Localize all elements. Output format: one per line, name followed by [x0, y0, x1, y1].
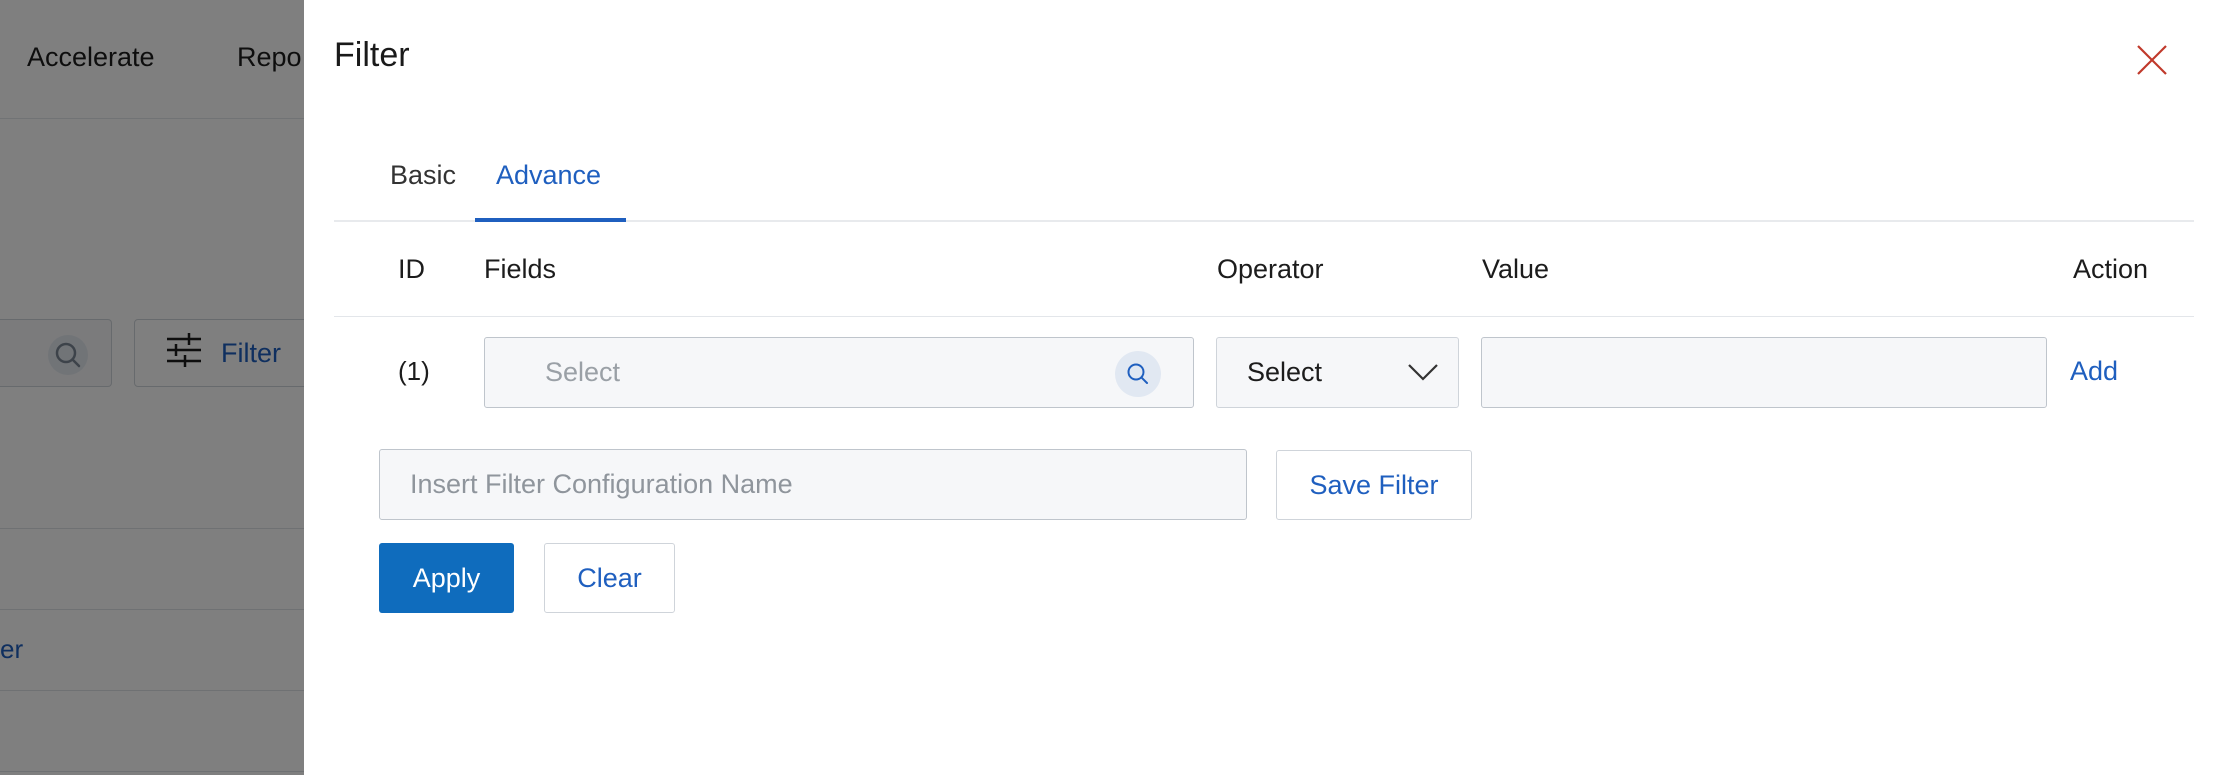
operator-selected-value: Select: [1247, 357, 1323, 387]
filter-tabs: Basic Advance: [334, 140, 2194, 222]
column-header-action: Action: [2073, 254, 2149, 284]
filter-drawer: Filter Basic Advance ID Fields Operator …: [304, 0, 2224, 775]
tab-advance[interactable]: Advance: [475, 140, 626, 222]
column-header-value: Value: [1482, 254, 1550, 284]
close-button[interactable]: [2132, 40, 2172, 80]
value-field[interactable]: [1481, 337, 2047, 408]
close-icon: [2137, 45, 2167, 75]
fields-input[interactable]: [485, 338, 1193, 407]
drawer-title: Filter: [334, 36, 410, 74]
chevron-down-icon: [1408, 364, 1438, 381]
row-id: (1): [398, 356, 430, 386]
fields-select[interactable]: [484, 337, 1194, 408]
filter-config-name-field[interactable]: [379, 449, 1247, 520]
column-header-id: ID: [398, 254, 425, 284]
apply-button[interactable]: Apply: [379, 543, 514, 613]
search-icon[interactable]: [1115, 351, 1161, 397]
column-header-operator: Operator: [1217, 254, 1324, 284]
value-input[interactable]: [1482, 338, 2046, 407]
add-row-link[interactable]: Add: [2070, 356, 2118, 387]
clear-button[interactable]: Clear: [544, 543, 675, 613]
header-divider: [334, 316, 2194, 317]
operator-select[interactable]: Select: [1216, 337, 1459, 408]
save-filter-button[interactable]: Save Filter: [1276, 450, 1472, 520]
tab-basic[interactable]: Basic: [390, 140, 456, 222]
column-header-fields: Fields: [484, 254, 557, 284]
filter-config-name-input[interactable]: [380, 450, 1246, 519]
